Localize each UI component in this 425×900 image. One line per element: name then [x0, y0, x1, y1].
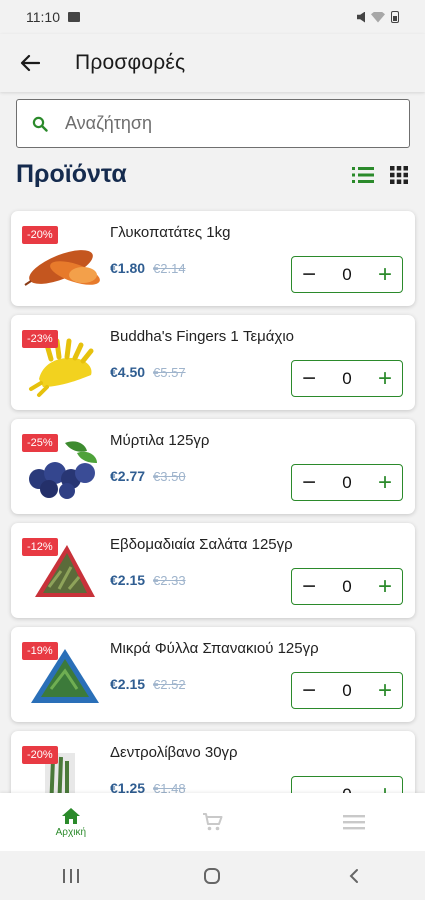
- price: €2.15: [110, 572, 146, 588]
- discount-badge: -20%: [22, 746, 58, 764]
- product-card[interactable]: -25% Μύρτιλα 125γρ €2.77 €3.50 − 0 +: [11, 419, 415, 514]
- discount-badge: -19%: [22, 642, 58, 660]
- increment-button[interactable]: +: [368, 361, 402, 396]
- product-list[interactable]: -20% Γλυκοπατάτες 1kg €1.80 €2.14 − 0 + …: [0, 203, 425, 793]
- quantity-value: 0: [342, 472, 352, 492]
- increment-button[interactable]: +: [368, 777, 402, 793]
- old-price: €2.33: [153, 573, 186, 588]
- quantity-value: 0: [342, 368, 352, 388]
- product-name: Δεντρολίβανο 30γρ: [110, 744, 238, 761]
- old-price: €2.14: [153, 261, 186, 276]
- home-system-button[interactable]: [182, 856, 242, 896]
- old-price: €5.57: [153, 365, 186, 380]
- search-box[interactable]: [16, 99, 410, 148]
- quantity-stepper: − 0 +: [291, 672, 403, 709]
- product-card[interactable]: -12% Εβδομαδιαία Σαλάτα 125γρ €2.15 €2.3…: [11, 523, 415, 618]
- increment-button[interactable]: +: [368, 569, 402, 604]
- discount-badge: -20%: [22, 226, 58, 244]
- gallery-notification-icon: [68, 12, 80, 22]
- home-icon: [61, 807, 80, 824]
- price: €4.50: [110, 364, 146, 380]
- nav-home-label: Αρχική: [55, 826, 87, 838]
- product-name: Γλυκοπατάτες 1kg: [110, 224, 231, 241]
- search-icon: [17, 116, 63, 132]
- status-time: 11:10: [26, 9, 60, 25]
- page-title: Προσφορές: [75, 51, 186, 74]
- product-name: Μύρτιλα 125γρ: [110, 432, 210, 449]
- back-system-button[interactable]: [324, 856, 384, 896]
- old-price: €1.48: [153, 781, 186, 793]
- discount-badge: -25%: [22, 434, 58, 452]
- list-view-button[interactable]: [350, 163, 376, 187]
- quantity-value: 0: [342, 785, 351, 794]
- decrement-button[interactable]: −: [292, 465, 326, 500]
- product-card[interactable]: -19% Μικρά Φύλλα Σπανακιού 125γρ €2.15 €…: [11, 627, 415, 722]
- menu-icon: [343, 815, 366, 830]
- grid-view-icon: [390, 166, 408, 184]
- decrement-button[interactable]: −: [292, 569, 326, 604]
- price: €2.77: [110, 468, 146, 484]
- quantity-stepper: − 0 +: [291, 256, 403, 293]
- price: €1.25: [110, 780, 146, 793]
- search-input[interactable]: [63, 99, 409, 148]
- back-button[interactable]: [0, 34, 60, 92]
- discount-badge: -23%: [22, 330, 58, 348]
- quantity-stepper: − 0 +: [291, 776, 403, 793]
- quantity-stepper: − 0 +: [291, 464, 403, 501]
- decrement-button[interactable]: −: [292, 777, 326, 793]
- section-title: Προϊόντα: [16, 160, 127, 188]
- price: €1.80: [110, 260, 146, 276]
- chevron-left-icon: [349, 868, 359, 883]
- list-view-icon: [352, 167, 374, 183]
- home-circle-icon: [204, 867, 221, 884]
- increment-button[interactable]: +: [368, 465, 402, 500]
- wifi-icon: [371, 11, 385, 23]
- mute-icon: [357, 11, 365, 23]
- old-price: €3.50: [153, 469, 186, 484]
- increment-button[interactable]: +: [368, 673, 402, 708]
- product-name: Μικρά Φύλλα Σπανακιού 125γρ: [110, 640, 319, 657]
- nav-home[interactable]: Αρχική: [0, 793, 142, 851]
- app-bar: Προσφορές: [0, 34, 425, 92]
- cart-icon: [202, 813, 222, 831]
- price: €2.15: [110, 676, 146, 692]
- product-card[interactable]: -23% Buddha's Fingers 1 Τεμάχιο €4.50 €5…: [11, 315, 415, 410]
- grid-view-button[interactable]: [386, 163, 412, 187]
- back-arrow-icon: [20, 54, 40, 72]
- increment-button[interactable]: +: [368, 257, 402, 292]
- recent-apps-button[interactable]: [41, 856, 101, 896]
- decrement-button[interactable]: −: [292, 257, 326, 292]
- discount-badge: -12%: [22, 538, 58, 556]
- system-nav: [0, 851, 425, 900]
- quantity-value: 0: [342, 576, 352, 596]
- quantity-value: 0: [342, 264, 352, 284]
- battery-icon: [391, 11, 399, 23]
- decrement-button[interactable]: −: [292, 673, 326, 708]
- bottom-nav: Αρχική: [0, 793, 425, 851]
- product-name: Buddha's Fingers 1 Τεμάχιο: [110, 328, 295, 345]
- nav-menu[interactable]: [283, 793, 425, 851]
- quantity-value: 0: [342, 680, 352, 700]
- product-card[interactable]: -20% Γλυκοπατάτες 1kg €1.80 €2.14 − 0 +: [11, 211, 415, 306]
- quantity-stepper: − 0 +: [291, 360, 403, 397]
- product-card[interactable]: -20% Δεντρολίβανο 30γρ €1.25 €1.48 − 0 +: [11, 731, 415, 793]
- recent-apps-icon: [62, 868, 79, 883]
- quantity-stepper: − 0 +: [291, 568, 403, 605]
- product-name: Εβδομαδιαία Σαλάτα 125γρ: [110, 536, 293, 553]
- nav-cart[interactable]: [142, 793, 284, 851]
- decrement-button[interactable]: −: [292, 361, 326, 396]
- old-price: €2.52: [153, 677, 186, 692]
- status-bar: 11:10: [0, 0, 425, 34]
